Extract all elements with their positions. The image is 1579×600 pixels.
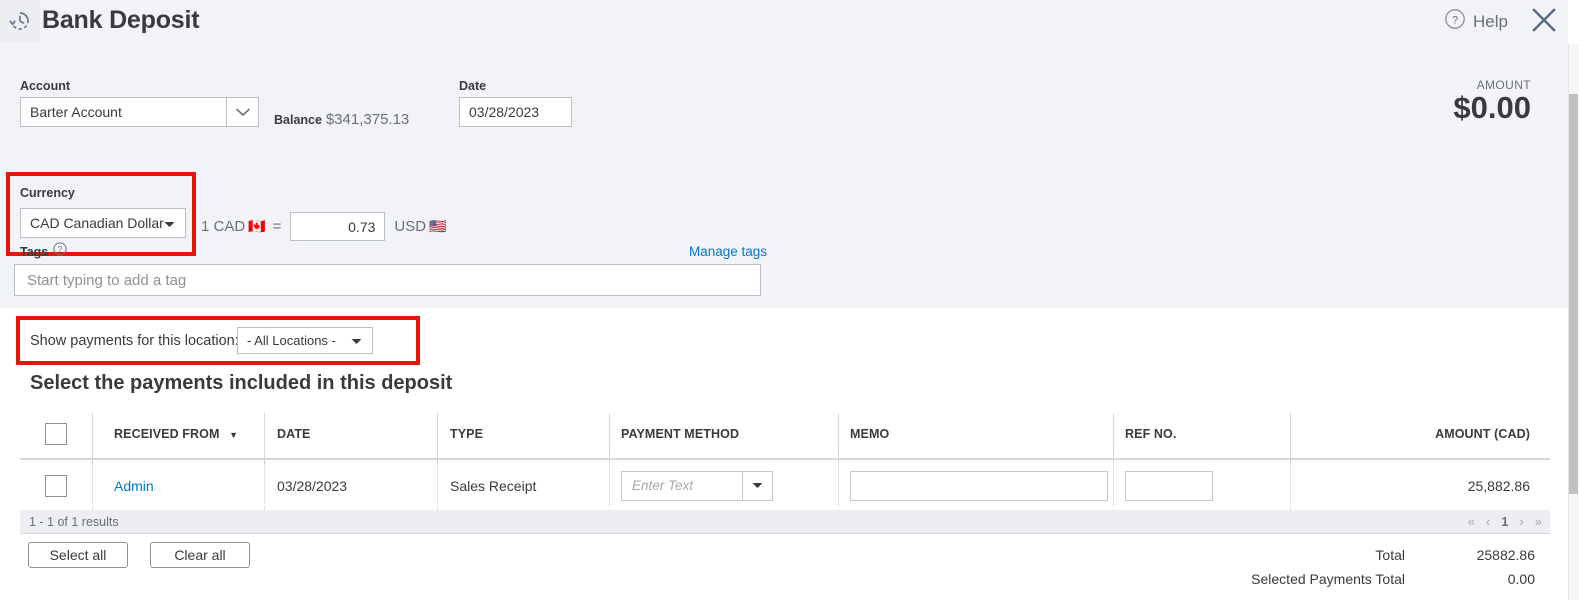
tags-label: Tags <box>20 244 49 259</box>
pagination-current-page[interactable]: 1 <box>1501 514 1508 529</box>
rate-from-code: 1 CAD <box>201 218 246 235</box>
location-value: - All Locations - <box>247 333 336 348</box>
memo-input[interactable] <box>850 470 1108 501</box>
tags-input[interactable]: Start typing to add a tag <box>14 264 761 296</box>
triangle-down-icon[interactable] <box>351 333 362 348</box>
ref-no-input[interactable] <box>1125 470 1213 501</box>
chevron-down-icon[interactable] <box>226 98 258 126</box>
cell-amount: 25,882.86 <box>1290 459 1550 512</box>
account-label: Account <box>20 79 70 93</box>
date-input[interactable]: 03/28/2023 <box>459 97 572 127</box>
column-ref-no[interactable]: REF NO. <box>1113 413 1290 463</box>
help-label: Help <box>1473 11 1508 31</box>
select-all-checkbox[interactable] <box>45 423 67 445</box>
location-select[interactable]: - All Locations - <box>237 327 373 354</box>
total-row: Total 25882.86 <box>1191 543 1535 567</box>
svg-text:?: ? <box>1452 14 1458 26</box>
close-icon[interactable] <box>1530 6 1558 34</box>
selected-total-value: 0.00 <box>1507 571 1535 587</box>
triangle-down-icon[interactable] <box>164 215 175 231</box>
cell-payment-method: Enter Text <box>609 452 838 505</box>
exchange-rate-input[interactable]: 0.73 <box>290 212 386 241</box>
history-clock-icon[interactable] <box>0 0 40 42</box>
column-amount[interactable]: AMOUNT (CAD) <box>1290 413 1550 463</box>
account-field-group: Account Barter Account <box>20 79 259 127</box>
currency-label: Currency <box>20 186 75 200</box>
account-balance: Balance $341,375.13 <box>274 111 409 128</box>
payment-method-select[interactable]: Enter Text <box>621 470 773 501</box>
exchange-rate-row: 1 CAD 🇨🇦 = 0.73 USD 🇺🇸 <box>201 212 450 241</box>
exchange-rate-value: 0.73 <box>348 218 376 235</box>
column-memo[interactable]: MEMO <box>838 413 1113 463</box>
table-footer: 1 - 1 of 1 results « ‹ 1 › » <box>20 510 1550 534</box>
balance-label: Balance <box>274 113 322 127</box>
total-value: 25882.86 <box>1476 547 1535 563</box>
date-label: Date <box>459 79 487 93</box>
pagination-prev[interactable]: ‹ <box>1486 514 1490 529</box>
question-circle-icon: ? <box>1444 8 1466 35</box>
cell-date: 03/28/2023 <box>264 459 437 512</box>
page-title: Bank Deposit <box>42 6 200 34</box>
section-heading: Select the payments included in this dep… <box>30 372 453 394</box>
row-checkbox-cell <box>20 474 92 497</box>
location-label: Show payments for this location: <box>30 333 239 349</box>
table-actions: Select all Clear all <box>28 542 250 568</box>
triangle-down-icon[interactable] <box>742 471 772 500</box>
table-row: Admin 03/28/2023 Sales Receipt Enter Tex… <box>20 452 1550 512</box>
date-value: 03/28/2023 <box>469 104 540 120</box>
column-received-from[interactable]: RECEIVED FROM ▼ <box>92 413 264 463</box>
selected-total-label: Selected Payments Total <box>1251 571 1405 587</box>
bank-deposit-page: Bank Deposit ? Help Account Barter Accou… <box>0 0 1579 600</box>
payment-method-placeholder: Enter Text <box>632 478 694 493</box>
cell-received-from: Admin <box>92 459 264 512</box>
canada-flag-icon: 🇨🇦 <box>248 218 266 234</box>
select-all-button[interactable]: Select all <box>28 542 128 568</box>
account-value: Barter Account <box>30 104 122 120</box>
rate-to-code: USD <box>394 218 427 235</box>
title-bar: Bank Deposit ? Help <box>0 0 1568 44</box>
total-label: Total <box>1375 547 1405 563</box>
form-background-band <box>0 0 1568 308</box>
received-from-link[interactable]: Admin <box>114 478 154 494</box>
manage-tags-link[interactable]: Manage tags <box>689 244 767 259</box>
selected-total-row: Selected Payments Total 0.00 <box>1191 567 1535 591</box>
scrollbar-thumb[interactable] <box>1569 94 1578 494</box>
vertical-scrollbar[interactable] <box>1568 44 1579 600</box>
cell-type: Sales Receipt <box>437 459 609 512</box>
column-payment-method[interactable]: PAYMENT METHOD <box>609 413 838 463</box>
equals-sign: = <box>272 218 282 235</box>
svg-text:?: ? <box>58 245 63 254</box>
totals-block: Total 25882.86 Selected Payments Total 0… <box>1191 543 1535 591</box>
payments-table: RECEIVED FROM ▼ DATE TYPE PAYMENT METHOD… <box>20 410 1550 512</box>
cell-ref-no <box>1113 452 1290 505</box>
results-count: 1 - 1 of 1 results <box>29 514 119 529</box>
help-button[interactable]: ? Help <box>1444 8 1508 35</box>
date-field-group: Date 03/28/2023 <box>459 79 572 127</box>
pagination-last[interactable]: » <box>1535 514 1542 529</box>
tags-label-group: Tags ? <box>20 242 67 261</box>
currency-select[interactable]: CAD Canadian Dollar <box>20 208 186 238</box>
amount-summary: AMOUNT $0.00 <box>1453 78 1531 126</box>
table-header-row: RECEIVED FROM ▼ DATE TYPE PAYMENT METHOD… <box>20 410 1550 463</box>
pagination-next[interactable]: › <box>1519 514 1523 529</box>
pagination-first[interactable]: « <box>1468 514 1475 529</box>
amount-value: $0.00 <box>1453 90 1531 125</box>
account-select[interactable]: Barter Account <box>20 97 259 127</box>
question-circle-icon[interactable]: ? <box>53 242 67 261</box>
usa-flag-icon: 🇺🇸 <box>429 218 447 234</box>
sort-descending-icon[interactable]: ▼ <box>229 430 238 440</box>
column-date[interactable]: DATE <box>264 413 437 463</box>
balance-value: $341,375.13 <box>325 111 410 128</box>
pagination: « ‹ 1 › » <box>1468 514 1542 529</box>
select-all-checkbox-cell <box>20 423 92 445</box>
clear-all-button[interactable]: Clear all <box>150 542 250 568</box>
column-label: RECEIVED FROM <box>114 427 220 441</box>
cell-memo <box>838 452 1113 505</box>
row-select-checkbox[interactable] <box>45 474 67 497</box>
tags-placeholder: Start typing to add a tag <box>27 271 187 289</box>
column-type[interactable]: TYPE <box>437 413 609 463</box>
currency-value: CAD Canadian Dollar <box>30 215 164 231</box>
